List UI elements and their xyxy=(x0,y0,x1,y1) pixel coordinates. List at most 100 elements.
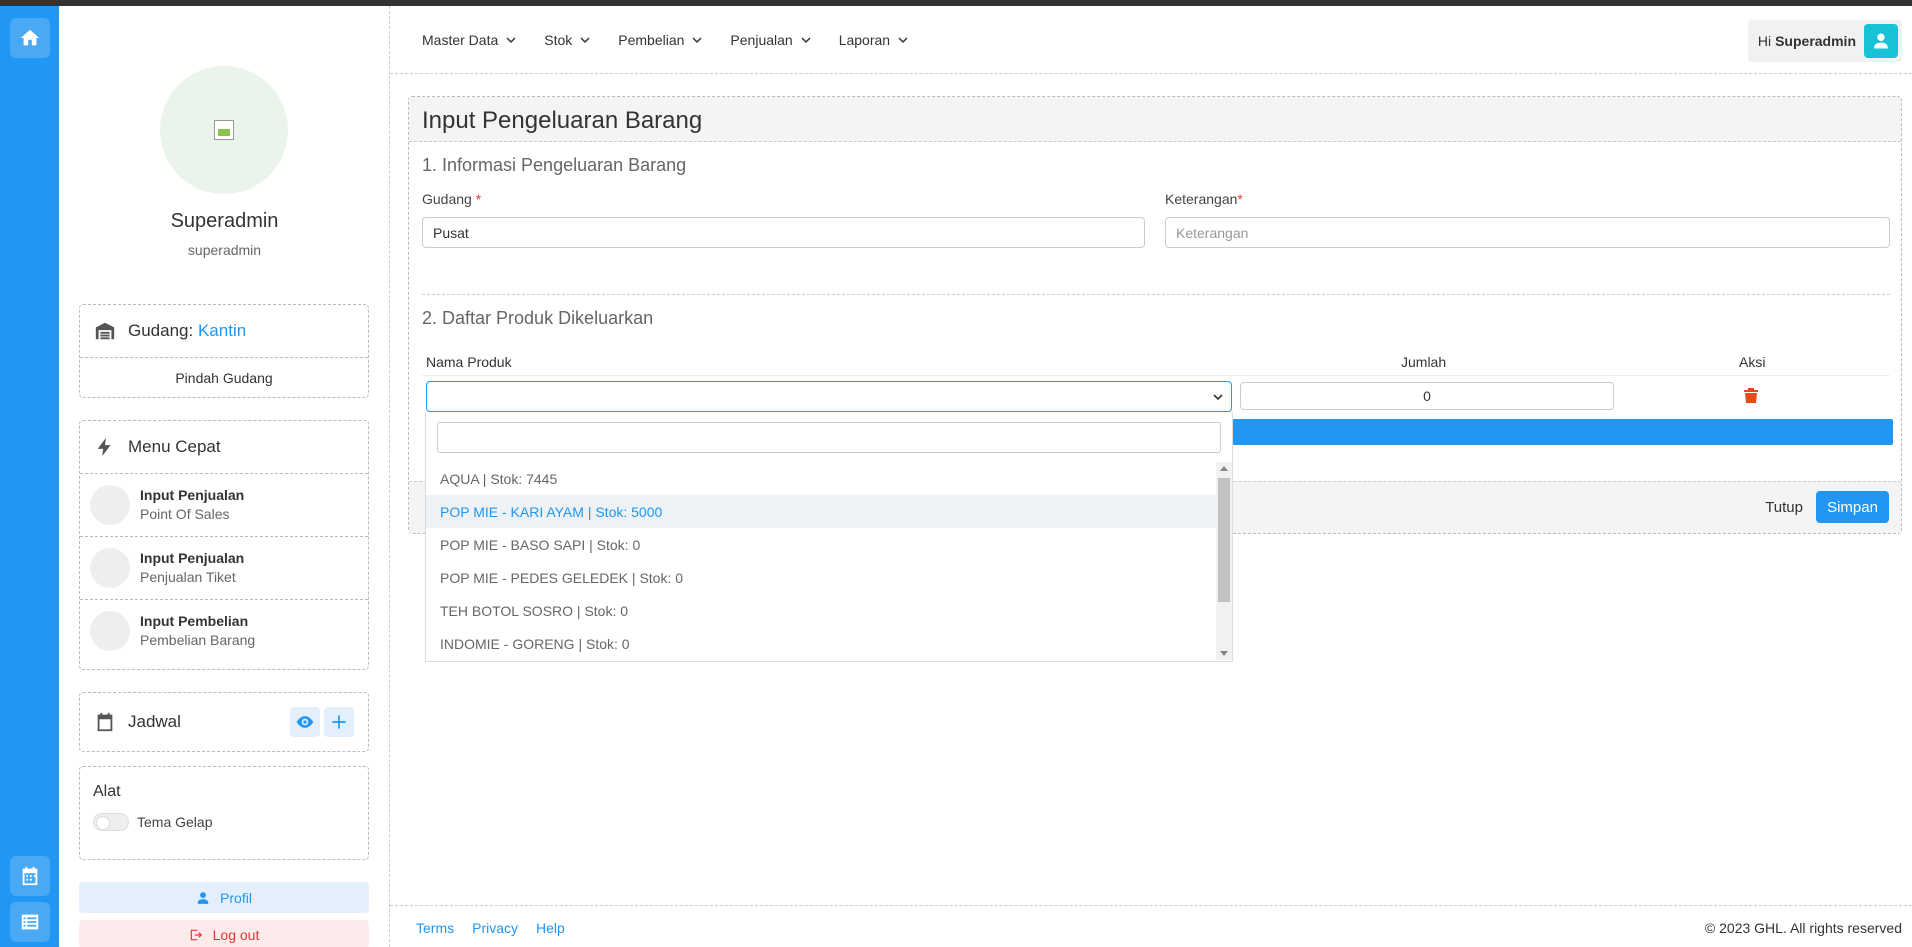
add-schedule-button[interactable] xyxy=(324,707,354,737)
copyright-text: 2023 GHL. All rights reserved xyxy=(1719,920,1902,936)
icon-rail xyxy=(0,6,59,947)
copyright: © 2023 GHL. All rights reserved xyxy=(1705,920,1902,936)
privacy-link[interactable]: Privacy xyxy=(472,920,518,936)
chevron-down-icon xyxy=(1213,394,1223,401)
user-menu[interactable]: Hi Superadmin xyxy=(1747,20,1902,62)
product-select[interactable] xyxy=(426,381,1232,412)
warehouse-label: Gudang: xyxy=(128,321,194,340)
quick-item-pos[interactable]: Input Penjualan Point Of Sales xyxy=(80,473,368,536)
nav-label: Stok xyxy=(544,32,573,48)
calendar-icon xyxy=(97,712,113,732)
broken-image-icon xyxy=(214,120,234,140)
quick-item-subtitle: Point Of Sales xyxy=(140,506,230,522)
scrollbar-thumb[interactable] xyxy=(1218,478,1230,602)
required-mark: * xyxy=(475,191,482,207)
quick-item-title: Input Penjualan xyxy=(140,487,245,503)
profile-label: Profil xyxy=(220,889,252,906)
required-mark: * xyxy=(1237,191,1243,207)
dropdown-option[interactable]: AQUA | Stok: 7445 xyxy=(426,462,1216,495)
quick-item-icon xyxy=(90,548,130,588)
move-warehouse-button[interactable]: Pindah Gudang xyxy=(80,357,368,397)
table-header-line xyxy=(422,375,1890,376)
avatar xyxy=(160,66,288,194)
user-avatar xyxy=(1864,24,1898,58)
add-row-button[interactable] xyxy=(1232,419,1893,445)
warehouse-value: Kantin xyxy=(197,321,247,340)
section-products-title: 2. Daftar Produk Dikeluarkan xyxy=(422,308,654,328)
dropdown-option[interactable]: POP MIE - BASO SAPI | Stok: 0 xyxy=(426,528,1216,561)
dark-theme-row: Tema Gelap xyxy=(80,801,368,831)
quick-item-icon xyxy=(90,611,130,651)
nav-penjualan[interactable]: Penjualan xyxy=(730,32,811,48)
scroll-down-icon[interactable] xyxy=(1220,651,1228,656)
profile-username: superadmin xyxy=(187,242,262,258)
quick-menu-header: Menu Cepat xyxy=(80,421,368,473)
chevron-down-icon xyxy=(580,37,590,44)
lightning-icon xyxy=(97,437,111,457)
quick-item-ticket[interactable]: Input Penjualan Penjualan Tiket xyxy=(80,536,368,599)
chevron-down-icon xyxy=(801,37,811,44)
gudang-label-wrap: Gudang * xyxy=(422,191,481,207)
page-title: Input Pengeluaran Barang xyxy=(409,97,1901,142)
section-info-title: 1. Informasi Pengeluaran Barang xyxy=(422,155,687,175)
quick-item-icon xyxy=(90,485,130,525)
profile-sidebar: Superadmin superadmin Gudang: Kantin Pin… xyxy=(59,6,390,947)
product-dropdown: AQUA | Stok: 7445 POP MIE - KARI AYAM | … xyxy=(425,412,1233,662)
dropdown-option[interactable]: POP MIE - PEDES GELEDEK | Stok: 0 xyxy=(426,561,1216,594)
qty-input[interactable]: 0 xyxy=(1240,382,1614,410)
help-link[interactable]: Help xyxy=(536,920,565,936)
logout-label: Log out xyxy=(212,926,260,943)
trash-icon[interactable] xyxy=(1743,387,1759,403)
nav-label: Pembelian xyxy=(618,32,685,48)
dropdown-option-highlighted[interactable]: POP MIE - KARI AYAM | Stok: 5000 xyxy=(426,495,1216,528)
keterangan-label-wrap: Keterangan* xyxy=(1165,191,1243,207)
copyright-icon: © xyxy=(1704,920,1716,936)
list-icon xyxy=(21,914,39,930)
nav-label: Penjualan xyxy=(730,32,793,48)
logout-button[interactable]: Log out xyxy=(79,920,369,947)
quick-item-title: Input Pembelian xyxy=(140,613,249,629)
scroll-up-icon[interactable] xyxy=(1220,466,1228,471)
nav-label: Master Data xyxy=(422,32,499,48)
dark-theme-toggle[interactable] xyxy=(93,813,129,831)
nav-menu: Master Data Stok Pembelian Penjualan Lap… xyxy=(422,6,936,74)
quick-item-subtitle: Pembelian Barang xyxy=(140,632,256,648)
col-header-qty: Jumlah xyxy=(1401,354,1447,370)
plus-icon xyxy=(332,715,346,729)
close-button[interactable]: Tutup xyxy=(1765,499,1803,516)
nav-pembelian[interactable]: Pembelian xyxy=(618,32,702,48)
quick-item-subtitle: Penjualan Tiket xyxy=(140,569,236,585)
list-button[interactable] xyxy=(10,902,50,942)
home-icon xyxy=(20,29,40,46)
save-button[interactable]: Simpan xyxy=(1816,491,1889,523)
quick-menu-title: Menu Cepat xyxy=(128,437,221,456)
nav-label: Laporan xyxy=(838,32,891,48)
terms-link[interactable]: Terms xyxy=(416,920,454,936)
quick-menu-box: Menu Cepat Input Penjualan Point Of Sale… xyxy=(79,420,369,670)
calendar-icon xyxy=(22,866,38,886)
schedule-box: Jadwal xyxy=(79,692,369,752)
warehouse-header: Gudang: Kantin xyxy=(80,305,368,357)
dropdown-scrollbar[interactable] xyxy=(1216,462,1232,660)
logout-icon xyxy=(190,929,202,940)
dropdown-search-input[interactable] xyxy=(437,422,1221,453)
home-button[interactable] xyxy=(10,18,50,58)
tools-box: Alat Tema Gelap xyxy=(79,766,369,860)
nav-stok[interactable]: Stok xyxy=(544,32,590,48)
quick-item-purchase[interactable]: Input Pembelian Pembelian Barang xyxy=(80,599,368,662)
quick-item-title: Input Penjualan xyxy=(140,550,245,566)
chevron-down-icon xyxy=(692,37,702,44)
keterangan-field[interactable]: Keterangan xyxy=(1165,217,1890,248)
calendar-button[interactable] xyxy=(10,856,50,896)
view-schedule-button[interactable] xyxy=(290,707,320,737)
nav-master-data[interactable]: Master Data xyxy=(422,32,516,48)
profile-button[interactable]: Profil xyxy=(79,882,369,913)
dropdown-option[interactable]: TEH BOTOL SOSRO | Stok: 0 xyxy=(426,594,1216,627)
nav-laporan[interactable]: Laporan xyxy=(839,32,908,48)
dropdown-option[interactable]: INDOMIE - GORENG | Stok: 0 xyxy=(426,627,1216,660)
chevron-down-icon xyxy=(898,37,908,44)
keterangan-label: Keterangan xyxy=(1165,191,1238,207)
dropdown-list: AQUA | Stok: 7445 POP MIE - KARI AYAM | … xyxy=(426,462,1216,660)
gudang-field[interactable]: Pusat xyxy=(422,217,1145,248)
schedule-title: Jadwal xyxy=(128,712,181,731)
